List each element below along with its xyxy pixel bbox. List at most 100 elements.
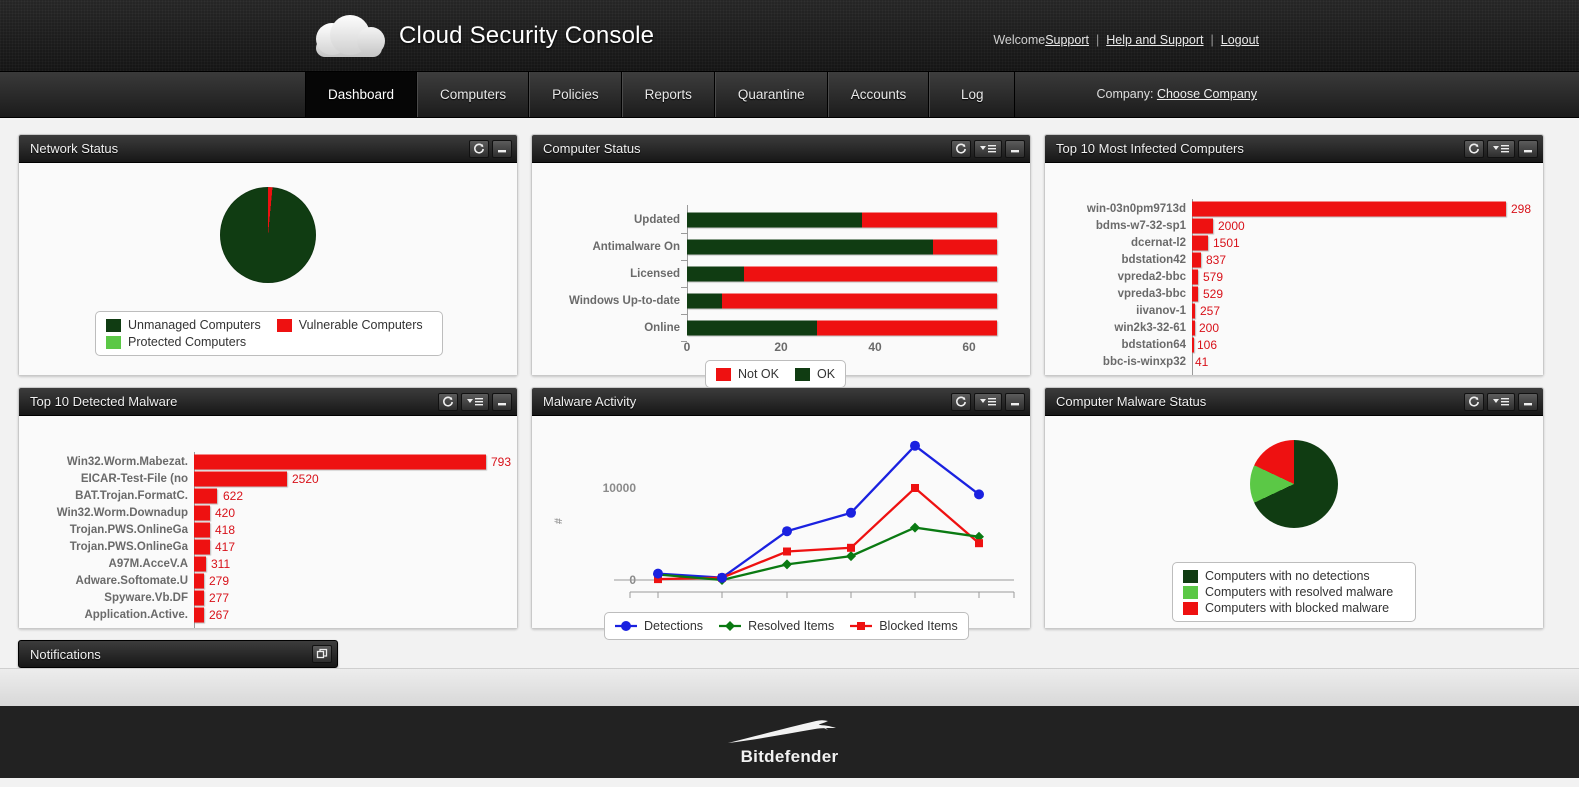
legend-item-resolved-malware: Computers with resolved malware: [1183, 585, 1393, 599]
category-label: iivanov-1: [1136, 305, 1186, 317]
legend-swatch: [106, 318, 121, 332]
bar-segment-ok: [687, 212, 862, 228]
footer-separator: [0, 668, 1579, 706]
legend-label: Detections: [644, 619, 704, 633]
bar-value: 418: [215, 523, 236, 537]
category-label: win2k3-32-61: [1114, 322, 1186, 334]
x-tick-label: 60: [962, 340, 976, 354]
legend-label: Computers with blocked malware: [1205, 601, 1390, 615]
refresh-icon[interactable]: [469, 139, 489, 158]
panel-title: Computer Malware Status: [1056, 394, 1207, 409]
category-label: Win32.Worm.Downadup: [56, 507, 188, 519]
tab-dashboard[interactable]: Dashboard: [305, 72, 418, 117]
x-tick-label: 20: [774, 340, 788, 354]
panel-body: win-03n0pm9713d 298 bdms-w7-32-sp1 2000 …: [1045, 163, 1543, 375]
top-header-bar: Cloud Security Console WelcomeSupport | He…: [0, 0, 1579, 72]
refresh-icon[interactable]: [438, 392, 458, 411]
refresh-icon[interactable]: [1464, 139, 1484, 158]
category-label: Windows Up-to-date: [568, 295, 680, 307]
bar-segment-not-ok: [743, 266, 997, 282]
bar-value: 579: [1203, 270, 1224, 284]
panel-title: Malware Activity: [543, 394, 637, 409]
help-and-support-link[interactable]: Help and Support: [1106, 33, 1203, 47]
tab-log[interactable]: Log: [929, 72, 1016, 117]
panel-controls: [951, 139, 1025, 158]
tick: [681, 233, 687, 234]
tab-computers[interactable]: Computers: [417, 72, 530, 117]
category-label: Adware.Softomate.U: [75, 575, 188, 587]
dashboard-row-1: Network Status Unmanaged Computers Vulne…: [18, 134, 1561, 388]
minimize-icon[interactable]: [1518, 139, 1538, 158]
tab-policies[interactable]: Policies: [529, 72, 622, 117]
bar-value: 200: [1199, 321, 1220, 335]
legend-item-detections: Detections: [615, 619, 703, 633]
legend-item-not-ok: Not OK: [716, 367, 779, 381]
main-navigation: Dashboard Computers Policies Reports Qua…: [0, 72, 1579, 118]
category-label: BAT.Trojan.FormatC.: [75, 490, 188, 502]
minimize-icon[interactable]: [1518, 392, 1538, 411]
bar-value: 311: [211, 557, 231, 571]
dropdown-menu-icon[interactable]: [974, 392, 1002, 411]
legend-label: OK: [817, 367, 836, 381]
legend-item-resolved-items: Resolved Items: [719, 619, 834, 633]
legend-item-protected: Protected Computers: [106, 335, 246, 349]
bar-row: [1192, 320, 1195, 336]
network-status-legend: Unmanaged Computers Vulnerable Computers…: [95, 311, 443, 356]
malware-activity-line-chart: 10000 0 #: [532, 416, 1030, 628]
malware-activity-legend: Detections Resolved Items Blocked Items: [604, 612, 969, 640]
panel-computer-malware-status: Computer Malware Status Computers with n…: [1044, 387, 1544, 629]
tab-reports[interactable]: Reports: [621, 72, 715, 117]
network-status-pie-chart: [220, 187, 316, 283]
bar-row: [1192, 337, 1194, 353]
category-label: bdms-w7-32-sp1: [1095, 220, 1186, 232]
notifications-bar[interactable]: Notifications: [18, 640, 338, 668]
refresh-icon[interactable]: [951, 392, 971, 411]
category-label: Trojan.PWS.OnlineGa: [69, 524, 188, 536]
tab-quarantine[interactable]: Quarantine: [714, 72, 828, 117]
link-separator-1: |: [1095, 33, 1100, 47]
dropdown-menu-icon[interactable]: [461, 392, 489, 411]
refresh-icon[interactable]: [951, 139, 971, 158]
bar-value: 279: [209, 574, 230, 588]
bar-value: 417: [215, 540, 236, 554]
tab-accounts[interactable]: Accounts: [827, 72, 930, 117]
legend-swatch: [276, 318, 292, 332]
panel-body: Computers with no detections Computers w…: [1045, 416, 1543, 628]
bar-row: [194, 454, 486, 470]
legend-item-unmanaged: Unmanaged Computers: [106, 318, 261, 332]
legend-item-vulnerable: Vulnerable Computers: [276, 318, 423, 332]
minimize-icon[interactable]: [492, 392, 512, 411]
brand: Cloud Security Console: [313, 13, 654, 59]
bar-row: [194, 573, 204, 589]
bar-value: 41: [1195, 355, 1209, 369]
panel-network-status: Network Status Unmanaged Computers Vulne…: [18, 134, 518, 376]
user-link[interactable]: Support: [1045, 33, 1089, 47]
legend-item-ok: OK: [795, 367, 835, 381]
legend-swatch: [1183, 601, 1198, 615]
legend-item-blocked-malware: Computers with blocked malware: [1183, 601, 1389, 615]
bar-value: 2000: [1218, 219, 1245, 233]
dropdown-menu-icon[interactable]: [974, 139, 1002, 158]
minimize-icon[interactable]: [1005, 139, 1025, 158]
restore-window-icon[interactable]: [312, 645, 332, 663]
minimize-icon[interactable]: [1005, 392, 1025, 411]
choose-company-link[interactable]: Choose Company: [1157, 87, 1257, 101]
bar-value: 257: [1200, 304, 1221, 318]
bar-row: [194, 488, 217, 504]
notifications-title: Notifications: [30, 646, 101, 662]
dropdown-menu-icon[interactable]: [1487, 139, 1515, 158]
legend-item-no-detections: Computers with no detections: [1183, 569, 1370, 583]
computer-status-bar-chart: Updated Antimalware On Licensed Windows …: [532, 163, 1030, 375]
bar-value: 2520: [292, 472, 319, 486]
minimize-icon[interactable]: [492, 139, 512, 158]
logout-link[interactable]: Logout: [1221, 33, 1259, 47]
panel-top-detected-malware: Top 10 Detected Malware Win32.Worm.Mabez…: [18, 387, 518, 629]
panel-controls: [1464, 392, 1538, 411]
panel-title: Computer Status: [543, 141, 641, 156]
tick: [681, 314, 687, 315]
dropdown-menu-icon[interactable]: [1487, 392, 1515, 411]
refresh-icon[interactable]: [1464, 392, 1484, 411]
category-label: EICAR-Test-File (no: [80, 473, 188, 485]
bitdefender-wordmark: Bitdefender: [740, 747, 839, 766]
